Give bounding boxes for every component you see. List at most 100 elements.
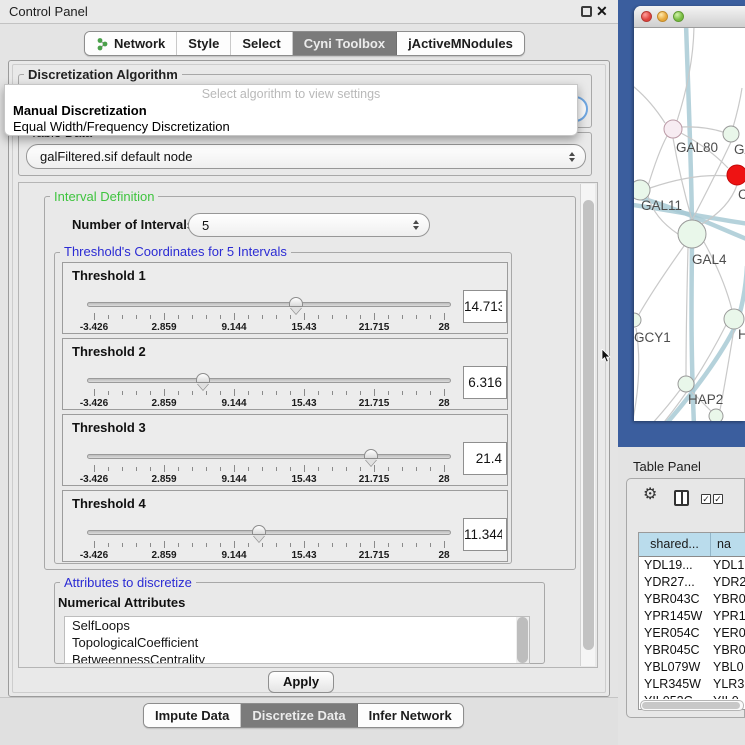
list-item[interactable]: BetweennessCentrality — [65, 651, 529, 664]
interval-definition-title: Interval Definition — [50, 189, 158, 204]
node-label: GA — [734, 142, 745, 157]
table-row[interactable]: YBR045CYBR0 — [639, 642, 745, 659]
network-node-selected[interactable] — [727, 165, 745, 185]
network-node[interactable] — [723, 126, 739, 142]
network-node[interactable] — [634, 180, 650, 200]
table-panel-title: Table Panel — [633, 459, 701, 474]
threshold-1-panel: Threshold 1 -3.4262.8599.14415.4321.7152… — [62, 262, 508, 334]
tab-style[interactable]: Style — [177, 32, 231, 55]
slider-thumb[interactable] — [252, 525, 266, 535]
split-columns-icon[interactable] — [674, 490, 689, 506]
zoom-traffic-light-icon[interactable] — [673, 11, 684, 22]
table-row[interactable]: YDL19...YDL1 — [639, 557, 745, 574]
network-node[interactable] — [678, 220, 706, 248]
checkbox-icon[interactable]: ✓ — [713, 494, 723, 504]
numerical-attributes-label: Numerical Attributes — [58, 595, 185, 610]
table-panel: ⚙ ✓ ✓ shared... na YDL19...YDL1 YDR27...… — [626, 478, 745, 718]
network-node[interactable] — [634, 313, 641, 327]
close-traffic-light-icon[interactable] — [641, 11, 652, 22]
main-scrollbar[interactable] — [580, 184, 595, 666]
tab-impute-data[interactable]: Impute Data — [144, 704, 241, 727]
node-label: HAP2 — [688, 392, 723, 407]
tab-jactivemnodules[interactable]: jActiveMNodules — [397, 32, 524, 55]
float-window-icon[interactable] — [581, 6, 592, 17]
table-row[interactable]: YBR043CYBR0 — [639, 591, 745, 608]
threshold-2-slider[interactable]: -3.4262.8599.14415.4321.71528 — [87, 375, 451, 409]
tab-infer-network[interactable]: Infer Network — [358, 704, 463, 727]
cyni-mode-tabs: Impute Data Discretize Data Infer Networ… — [143, 703, 464, 728]
network-node[interactable] — [664, 120, 682, 138]
network-node[interactable] — [724, 309, 744, 329]
table-row[interactable]: YPR145WYPR1 — [639, 608, 745, 625]
mouse-cursor — [601, 349, 611, 363]
node-label: H — [738, 327, 745, 342]
tab-cyni-toolbox[interactable]: Cyni Toolbox — [293, 32, 397, 55]
threshold-1-value-input[interactable] — [463, 290, 507, 323]
threshold-4-value-input[interactable] — [463, 518, 507, 551]
table-panel-area: Table Panel ⚙ ✓ ✓ shared... na YDL19...Y… — [618, 447, 745, 745]
table-header-row: shared... na — [639, 533, 745, 557]
node-label: GAL4 — [692, 252, 727, 267]
threshold-2-value-input[interactable] — [463, 366, 507, 399]
slider-thumb[interactable] — [289, 297, 303, 307]
slider-thumb[interactable] — [364, 449, 378, 459]
tab-discretize-data[interactable]: Discretize Data — [241, 704, 357, 727]
popup-hint: Select algorithm to view settings — [5, 87, 577, 101]
column-header-shared[interactable]: shared... — [639, 533, 711, 556]
node-label: C — [738, 187, 745, 202]
list-item[interactable]: SelfLoops — [65, 617, 529, 634]
apply-button[interactable]: Apply — [268, 671, 334, 693]
panel-title: Control Panel — [9, 4, 88, 19]
network-node[interactable] — [709, 409, 723, 421]
attributes-list[interactable]: SelfLoops TopologicalCoefficient Between… — [64, 616, 530, 664]
gear-icon[interactable]: ⚙ — [643, 487, 657, 503]
network-icon — [96, 37, 109, 51]
table-row[interactable]: YIL052CYIL0 — [639, 693, 745, 699]
network-node[interactable] — [678, 376, 694, 392]
popup-item-manual-discretization[interactable]: Manual Discretization — [13, 103, 147, 118]
attributes-scrollbar-thumb[interactable] — [517, 617, 528, 663]
threshold-3-value-input[interactable] — [463, 442, 507, 475]
threshold-4-panel: Threshold 4 -3.4262.8599.14415.4321.7152… — [62, 490, 508, 562]
thresholds-group-title: Threshold's Coordinates for 5 Intervals — [60, 244, 291, 259]
table-body: YDL19...YDL1 YDR27...YDR2 YBR043CYBR0 YP… — [639, 557, 745, 699]
tab-network[interactable]: Network — [85, 32, 177, 55]
network-canvas[interactable]: GAL80 GA GAL11 C GAL4 GCY1 H HAP2 — [634, 28, 745, 421]
threshold-1-slider[interactable]: -3.4262.8599.14415.4321.71528 — [87, 299, 451, 333]
attributes-group-title: Attributes to discretize — [60, 575, 196, 590]
node-label: GAL11 — [641, 198, 682, 213]
table-horizontal-scrollbar[interactable] — [640, 700, 744, 711]
threshold-2-panel: Threshold 2 -3.4262.8599.14415.4321.7152… — [62, 338, 508, 410]
table-row[interactable]: YLR345WYLR3 — [639, 676, 745, 693]
network-window-titlebar[interactable] — [634, 6, 745, 28]
table-row[interactable]: YDR27...YDR2 — [639, 574, 745, 591]
minimize-traffic-light-icon[interactable] — [657, 11, 668, 22]
control-panel-titlebar: Control Panel — [0, 0, 618, 24]
main-scrollbar-thumb[interactable] — [583, 200, 594, 650]
threshold-3-slider[interactable]: -3.4262.8599.14415.4321.71528 — [87, 451, 451, 485]
scrollbar-thumb[interactable] — [642, 702, 740, 709]
tab-select[interactable]: Select — [231, 32, 292, 55]
network-view-window: GAL80 GA GAL11 C GAL4 GCY1 H HAP2 — [634, 6, 745, 421]
threshold-3-panel: Threshold 3 -3.4262.8599.14415.4321.7152… — [62, 414, 508, 486]
table-row[interactable]: YBL079WYBL0 — [639, 659, 745, 676]
node-label: GAL80 — [676, 140, 718, 155]
attributes-list-scrollbar[interactable] — [516, 617, 529, 663]
num-intervals-spinner[interactable]: 5 — [188, 213, 430, 237]
screen: Control Panel ✕ Network Style Select Cyn… — [0, 0, 745, 745]
node-label: GCY1 — [634, 330, 671, 345]
node-attribute-table: shared... na YDL19...YDL1 YDR27...YDR2 Y… — [638, 532, 745, 710]
algorithm-popup: Select algorithm to view settings Manual… — [4, 84, 578, 136]
num-intervals-label: Number of Intervals — [72, 217, 194, 232]
algorithm-group-title: Discretization Algorithm — [24, 67, 182, 82]
checkbox-icon[interactable]: ✓ — [701, 494, 711, 504]
table-row[interactable]: YER054CYER0 — [639, 625, 745, 642]
close-icon[interactable]: ✕ — [596, 3, 608, 20]
list-item[interactable]: TopologicalCoefficient — [65, 634, 529, 651]
table-data-select[interactable]: galFiltered.sif default node — [26, 144, 586, 169]
column-header-name[interactable]: na — [711, 533, 745, 556]
popup-item-equal-width[interactable]: Equal Width/Frequency Discretization — [13, 119, 230, 134]
threshold-4-slider[interactable]: -3.4262.8599.14415.4321.71528 — [87, 527, 451, 561]
slider-thumb[interactable] — [196, 373, 210, 383]
spinner-arrows-icon — [569, 152, 575, 162]
